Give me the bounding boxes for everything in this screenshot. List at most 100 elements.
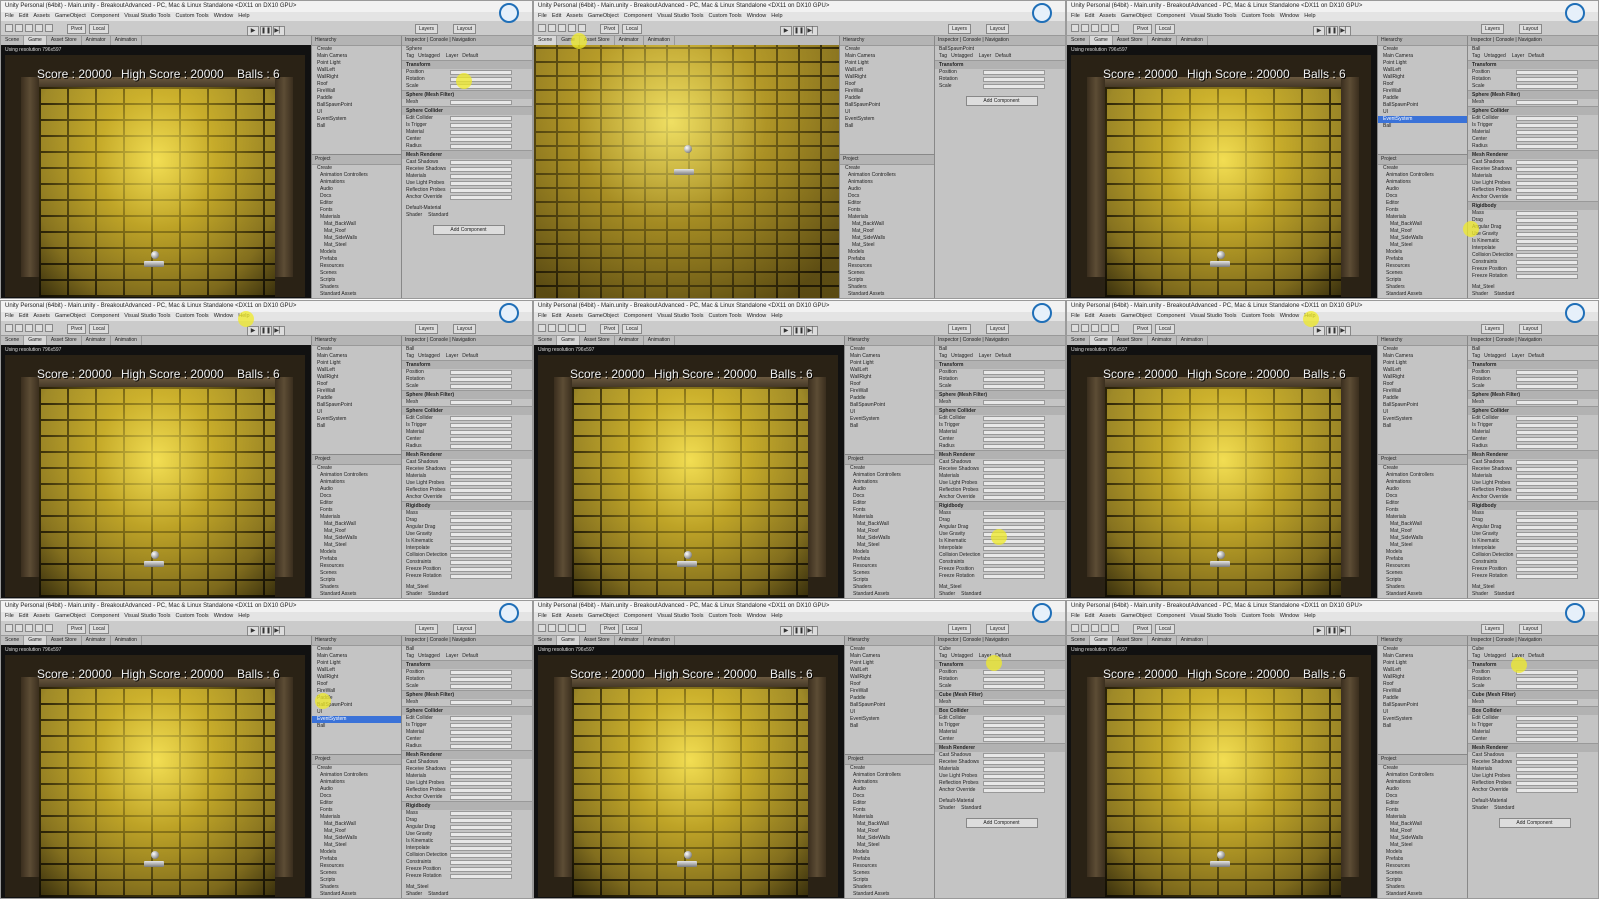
tab-animator[interactable]: Animator [82, 336, 111, 345]
add-component-button[interactable]: Add Component [965, 818, 1038, 828]
local-toggle[interactable]: Local [1155, 24, 1175, 34]
field-value[interactable] [1516, 437, 1578, 442]
hierarchy-tab[interactable]: Hierarchy [1378, 36, 1468, 46]
field-value[interactable] [1516, 384, 1578, 389]
field-value[interactable] [450, 539, 512, 544]
local-toggle[interactable]: Local [622, 624, 642, 634]
project-folder[interactable]: Mat_BackWall [845, 521, 935, 528]
hierarchy-item[interactable]: Ball [1378, 723, 1468, 730]
menu-item[interactable]: GameObject [588, 613, 619, 619]
play-icon[interactable]: ▶ [1313, 26, 1325, 36]
project-folder[interactable]: Models [312, 549, 402, 556]
hierarchy-item[interactable]: WallLeft [1378, 67, 1468, 74]
project-folder[interactable]: Shaders [1378, 884, 1468, 891]
tab-inspector[interactable]: Inspector [1471, 637, 1492, 643]
pivot-toggle[interactable]: Pivot [1133, 324, 1153, 334]
tag-dropdown[interactable]: Untagged [1484, 353, 1506, 359]
hierarchy-item[interactable]: Paddle [840, 95, 935, 102]
project-folder[interactable]: Mat_BackWall [1378, 221, 1468, 228]
field-value[interactable] [1516, 430, 1578, 435]
field-value[interactable] [983, 677, 1045, 682]
field-value[interactable] [450, 774, 512, 779]
project-folder[interactable]: Shaders [312, 884, 402, 891]
project-folder[interactable]: Editor [1378, 200, 1468, 207]
menu-item[interactable]: Visual Studio Tools [124, 13, 170, 19]
field-value[interactable] [450, 181, 512, 186]
hand-tool-icon[interactable] [1071, 624, 1079, 632]
project-folder[interactable]: Fonts [1378, 207, 1468, 214]
tab-animation[interactable]: Animation [111, 636, 142, 645]
tab-game[interactable]: Game [557, 636, 580, 645]
field-value[interactable] [1516, 274, 1578, 279]
menu-item[interactable]: GameObject [588, 313, 619, 319]
layout-dropdown[interactable]: Layout [986, 324, 1010, 334]
hierarchy-item[interactable]: UI [312, 409, 402, 416]
field-value[interactable] [450, 730, 512, 735]
layers-dropdown[interactable]: Layers [948, 24, 972, 34]
hierarchy-item[interactable]: EventSystem [845, 716, 935, 723]
field-value[interactable] [983, 437, 1045, 442]
project-folder[interactable]: Fonts [840, 207, 935, 214]
layer-dropdown[interactable]: Default [1528, 353, 1544, 359]
field-value[interactable] [450, 760, 512, 765]
hierarchy-item[interactable]: Roof [312, 381, 402, 388]
menu-item[interactable]: File [1071, 13, 1080, 19]
menu-item[interactable]: Help [771, 313, 782, 319]
tab-navigation[interactable]: Navigation [452, 37, 476, 43]
layer-dropdown[interactable]: Default [462, 53, 478, 59]
project-folder[interactable]: Resources [312, 563, 402, 570]
project-folder[interactable]: Textures [1378, 598, 1468, 599]
tab-navigation[interactable]: Navigation [985, 37, 1009, 43]
tab-navigation[interactable]: Navigation [452, 337, 476, 343]
tab-asset-store[interactable]: Asset Store [1113, 336, 1148, 345]
project-folder[interactable]: Docs [840, 193, 935, 200]
field-value[interactable] [1516, 116, 1578, 121]
hierarchy-item[interactable]: BallSpawnPoint [1378, 402, 1468, 409]
rotate-tool-icon[interactable] [25, 24, 33, 32]
record-icon[interactable] [1565, 603, 1585, 623]
project-folder[interactable]: Materials [845, 514, 935, 521]
hierarchy-tab[interactable]: Hierarchy [845, 336, 935, 346]
hierarchy-item[interactable]: WallRight [1378, 374, 1468, 381]
project-tab[interactable]: Project [845, 755, 935, 765]
layers-dropdown[interactable]: Layers [1481, 24, 1505, 34]
add-component-button[interactable]: Add Component [432, 225, 505, 235]
tab-console[interactable]: Console [430, 37, 448, 43]
tab-asset-store[interactable]: Asset Store [1113, 636, 1148, 645]
project-folder[interactable]: Mat_Steel [840, 242, 935, 249]
field-value[interactable] [450, 839, 512, 844]
hierarchy-item[interactable]: Main Camera [312, 653, 402, 660]
tab-scene[interactable]: Scene [1067, 336, 1091, 345]
project-folder[interactable]: Mat_Roof [840, 228, 935, 235]
project-folder[interactable]: Mat_Steel [312, 242, 402, 249]
component-transform[interactable]: Transform [1468, 660, 1598, 669]
tab-navigation[interactable]: Navigation [1518, 637, 1542, 643]
field-value[interactable] [1516, 753, 1578, 758]
component-box-collider[interactable]: Box Collider [1468, 706, 1598, 715]
project-folder[interactable]: Materials [312, 514, 402, 521]
project-folder[interactable]: Materials [1378, 214, 1468, 221]
play-icon[interactable]: ▶ [247, 626, 259, 636]
tab-console[interactable]: Console [1496, 337, 1514, 343]
project-folder[interactable]: Materials [840, 214, 935, 221]
play-icon[interactable]: ▶ [1313, 626, 1325, 636]
rotate-tool-icon[interactable] [25, 324, 33, 332]
record-icon[interactable] [499, 3, 519, 23]
rotate-tool-icon[interactable] [1091, 24, 1099, 32]
project-folder[interactable]: Shaders [312, 284, 402, 291]
hierarchy-item[interactable]: EventSystem [1378, 116, 1468, 123]
field-value[interactable] [450, 195, 512, 200]
hierarchy-item[interactable]: FireWall [840, 88, 935, 95]
component-sphere-mesh-filter[interactable]: Sphere (Mesh Filter) [402, 90, 532, 99]
tab-console[interactable]: Console [1496, 637, 1514, 643]
menu-item[interactable]: File [5, 13, 14, 19]
project-folder[interactable]: Animation Controllers [845, 772, 935, 779]
project-folder[interactable]: Editor [1378, 500, 1468, 507]
field-value[interactable] [450, 460, 512, 465]
field-value[interactable] [983, 730, 1045, 735]
rotate-tool-icon[interactable] [1091, 624, 1099, 632]
project-create-button[interactable]: Create [840, 165, 935, 172]
project-folder[interactable]: Prefabs [312, 256, 402, 263]
layer-dropdown[interactable]: Default [995, 353, 1011, 359]
hierarchy-item[interactable]: Roof [1378, 81, 1468, 88]
